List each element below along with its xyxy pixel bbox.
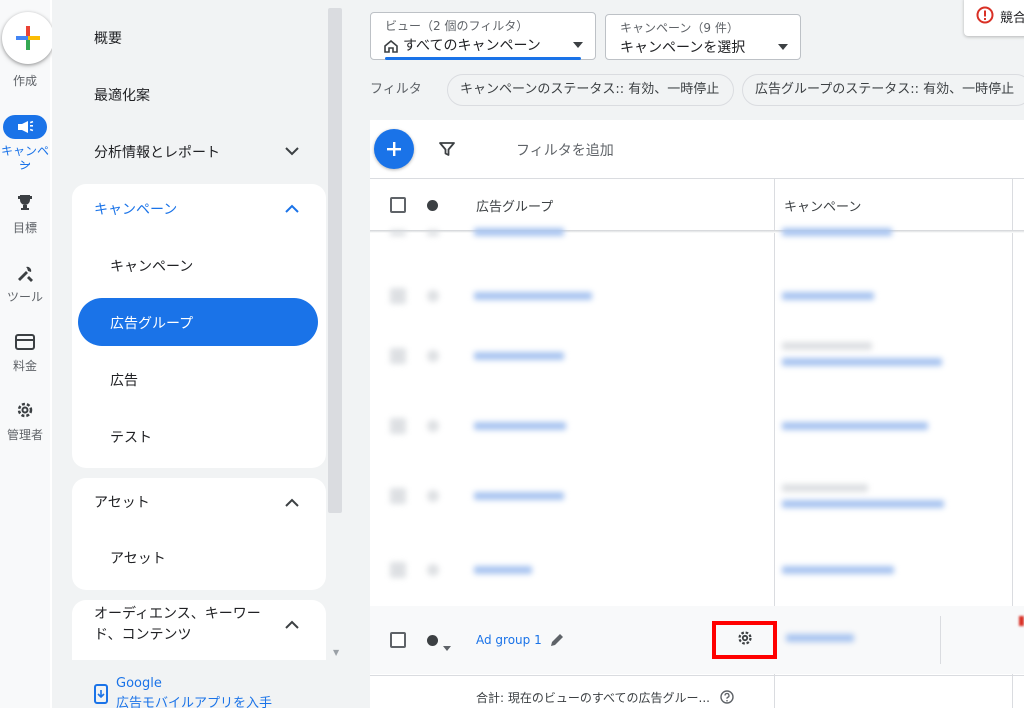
add-button[interactable] (374, 129, 414, 169)
chevron-down-icon[interactable] (284, 143, 300, 159)
campaign-dropdown-value: キャンペーンを選択 (620, 40, 746, 56)
view-dropdown-label: ビュー（2 個のフィルタ） (385, 19, 529, 33)
chevron-up-icon[interactable] (284, 616, 300, 632)
view-dropdown[interactable]: ビュー（2 個のフィルタ） すべてのキャンペーン (370, 12, 596, 60)
tools-label: ツール (6, 290, 43, 304)
billing-label: 料金 (12, 359, 37, 373)
campaign-dropdown-label: キャンペーン（9 件） (620, 21, 739, 35)
highlighted-settings-box (712, 621, 777, 659)
table-row[interactable] (370, 326, 1024, 386)
megaphone-icon (18, 120, 34, 133)
table-row[interactable] (370, 266, 1024, 326)
nav-item-adgroups[interactable]: 広告グループ (110, 313, 193, 333)
trophy-icon[interactable] (9, 191, 41, 215)
create-label: 作成 (12, 74, 37, 88)
gear-icon[interactable] (9, 398, 41, 422)
alert-icon (976, 6, 994, 28)
campaigns-card: キャンペーン キャンペーン 広告グループ 広告 テスト (72, 184, 326, 468)
left-rail: 作成 キャンペー ン 目標 ツール 料金 管理者 (0, 0, 54, 708)
plus-icon (387, 142, 401, 156)
tools-icon[interactable] (9, 261, 41, 285)
campaign-label-2: ン (18, 158, 31, 172)
add-filter-text[interactable]: フィルタを追加 (516, 140, 614, 160)
col-header-adgroup[interactable]: 広告グループ (476, 196, 553, 215)
divider (370, 675, 1024, 676)
table-row[interactable] (370, 466, 1024, 526)
plus-icon (16, 26, 40, 50)
status-marker (1019, 616, 1024, 626)
status-dot-header[interactable] (427, 200, 438, 211)
chevron-up-icon[interactable] (284, 494, 300, 510)
view-dropdown-value: すべてのキャンペーン (403, 38, 541, 54)
help-icon[interactable] (720, 689, 734, 708)
table-row[interactable] (370, 396, 1024, 456)
nav-item-overview[interactable]: 概要 (94, 28, 122, 48)
home-icon (384, 38, 398, 57)
mobile-app-icon (94, 684, 108, 708)
table-row-highlighted[interactable] (370, 606, 1024, 674)
nav-item-insights[interactable]: 分析情報とレポート (94, 142, 220, 162)
alert-chip[interactable]: 競合 (964, 0, 1024, 36)
chevron-up-icon[interactable] (284, 200, 300, 216)
create-button[interactable] (2, 12, 54, 64)
assets-card: アセット アセット (72, 478, 326, 590)
divider (370, 178, 1024, 179)
blurred-campaign-link (786, 634, 854, 642)
total-row-label: 合計: 現在のビューのすべての広告グルー... (476, 691, 710, 705)
view-active-indicator (385, 57, 581, 60)
nav-item-ads[interactable]: 広告 (110, 370, 138, 390)
filter-label: フィルタ (370, 82, 422, 97)
nav-item-assets[interactable]: アセット (110, 548, 166, 568)
pencil-icon[interactable] (549, 632, 565, 652)
audience-card: オーディエンス、キーワー ド、コンテンツ (72, 600, 326, 660)
col-header-campaign[interactable]: キャンペーン (784, 196, 861, 215)
campaign-dropdown[interactable]: キャンペーン（9 件） キャンペーンを選択 (605, 14, 801, 60)
adgroup-link[interactable]: Ad group 1 (476, 633, 542, 647)
scroll-down-arrow[interactable]: ▼ (333, 648, 339, 657)
rail-item-campaigns[interactable] (3, 115, 47, 139)
settings-gear-icon[interactable] (736, 629, 754, 651)
col-divider (940, 616, 941, 664)
nav-item-recommendations[interactable]: 最適化案 (94, 85, 150, 105)
audience-title-line2[interactable]: ド、コンテンツ (94, 624, 191, 644)
filter-chip-campaign-status[interactable]: キャンペーンのステータス:: 有効、一時停止 (447, 74, 734, 106)
select-all-checkbox[interactable] (390, 197, 406, 213)
side-nav: 概要 最適化案 分析情報とレポート キャンペーン キャンペーン 広告グループ 広… (52, 0, 344, 708)
caret-down-icon[interactable] (443, 636, 451, 655)
promo-mobile-app[interactable]: 広告モバイルアプリを入手 (116, 692, 272, 708)
admin-label: 管理者 (6, 428, 43, 442)
audience-title-line1[interactable]: オーディエンス、キーワー (94, 603, 261, 623)
caret-down-icon (573, 33, 583, 52)
nav-item-experiments[interactable]: テスト (110, 427, 152, 447)
row-checkbox[interactable] (390, 632, 406, 648)
filter-icon[interactable] (438, 140, 456, 162)
assets-section-title[interactable]: アセット (94, 492, 150, 512)
status-dot[interactable] (427, 635, 438, 646)
filter-chip-adgroup-status[interactable]: 広告グループのステータス:: 有効、一時停止 (742, 74, 1024, 106)
table-row[interactable] (370, 540, 1024, 600)
nav-scrollbar[interactable] (328, 8, 342, 513)
billing-icon[interactable] (9, 330, 41, 354)
caret-down-icon (778, 35, 788, 54)
goals-label: 目標 (12, 221, 37, 235)
nav-item-campaigns[interactable]: キャンペーン (110, 256, 193, 276)
promo-google[interactable]: Google (116, 676, 162, 691)
alert-text: 競合 (1000, 11, 1024, 26)
campaigns-section-title[interactable]: キャンペーン (94, 199, 177, 219)
